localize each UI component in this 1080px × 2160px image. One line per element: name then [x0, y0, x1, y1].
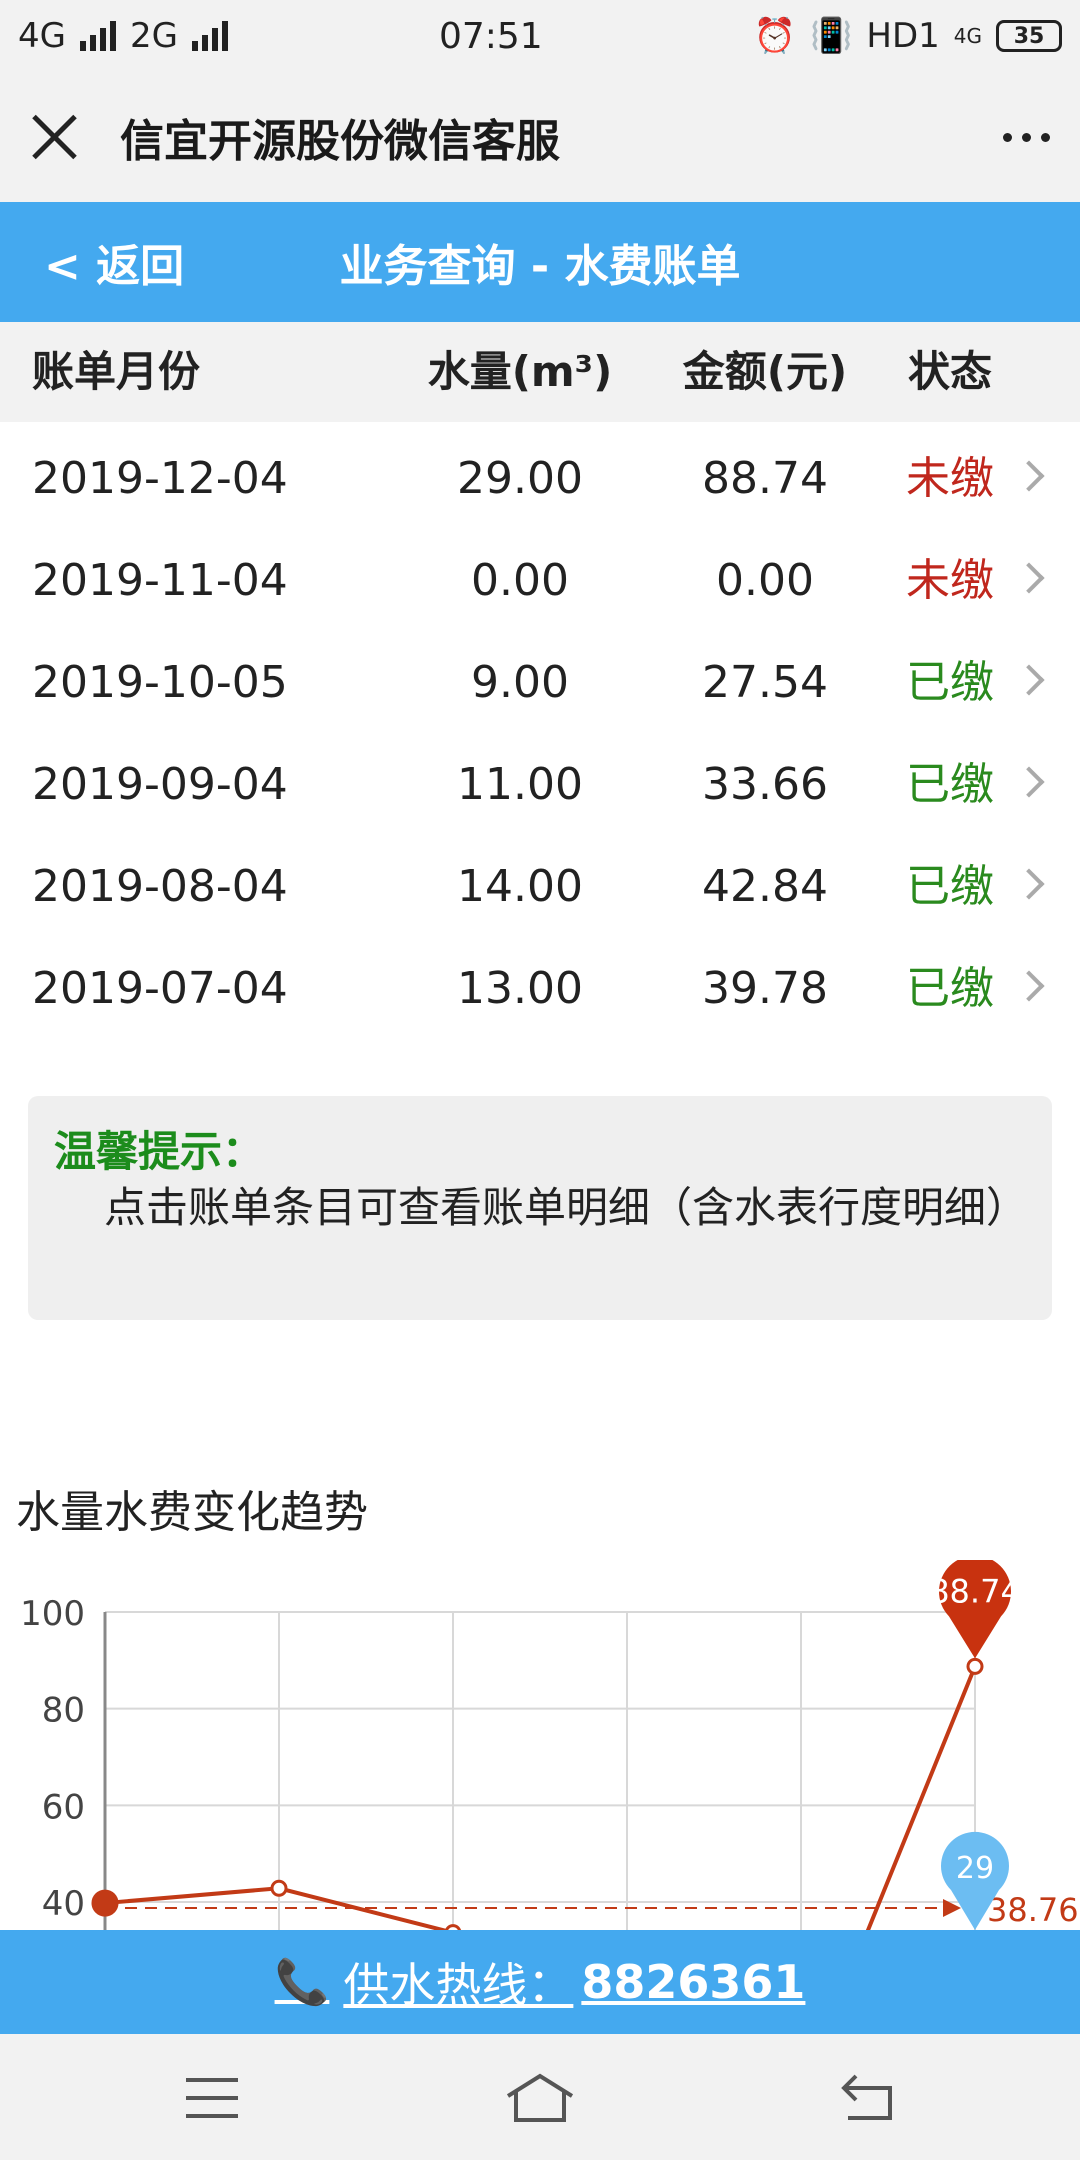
y-tick-label: 40 [42, 1884, 85, 1924]
menu-icon[interactable] [186, 2078, 238, 2118]
row-amount: 0.00 [716, 555, 814, 606]
page-title: 信宜开源股份微信客服 [120, 116, 560, 167]
row-amount: 42.84 [702, 861, 828, 912]
status-bar-left: 4G 2G [18, 16, 228, 56]
status-bar: 4G 2G 07:51 ⏰ 📳 HD1 4G 35 [0, 0, 1080, 72]
clock: 07:51 [438, 15, 543, 57]
wechat-title-bar: 信宜开源股份微信客服 [0, 72, 1080, 202]
app-header: 业务查询 - 水费账单 < 返回 [0, 202, 1080, 322]
row-volume: 13.00 [457, 963, 583, 1014]
series-polyline [104, 1665, 977, 1930]
y-tick-label: 60 [42, 1787, 85, 1827]
table-row[interactable]: 2019-11-04 0.00 0.00 未缴 [0, 530, 1080, 632]
hd-label: HD1 [866, 16, 940, 56]
chart-title: 水量水费变化趋势 [16, 1487, 368, 1538]
data-point [270, 1879, 288, 1897]
column-header-amount: 金额(元) [682, 347, 848, 396]
row-amount: 33.66 [702, 759, 828, 810]
network-label-1: 4G [18, 16, 66, 56]
series-line [91, 1657, 984, 1930]
hotline-link[interactable]: 📞 供水热线： 8826361 [0, 1930, 1080, 2034]
row-status: 已缴 [906, 759, 994, 810]
y-tick-label: 100 [20, 1594, 85, 1634]
hotline-label: 供水热线： [343, 1958, 574, 2012]
table-row[interactable]: 2019-12-04 29.00 88.74 未缴 [0, 428, 1080, 530]
row-month: 2019-11-04 [32, 555, 288, 606]
system-nav-bar [0, 2034, 1080, 2160]
data-point [91, 1889, 119, 1917]
chart-grid [104, 1611, 976, 1930]
net-small-label: 4G [953, 24, 982, 48]
row-month: 2019-10-05 [32, 657, 288, 708]
tip-title: 温馨提示： [54, 1127, 265, 1176]
alarm-icon: ⏰ [753, 16, 797, 56]
average-line: 38.76 [105, 1891, 1079, 1929]
back-button[interactable]: < 返回 [44, 230, 184, 294]
row-amount: 27.54 [702, 657, 828, 708]
row-volume: 9.00 [471, 657, 569, 708]
data-point [966, 1657, 984, 1675]
row-status: 未缴 [906, 453, 994, 504]
tip-box: 温馨提示： 点击账单条目可查看账单明细（含水表行度明细） [28, 1096, 1052, 1320]
tip-body: 点击账单条目可查看账单明细（含水表行度明细） [104, 1183, 1029, 1232]
row-month: 2019-09-04 [32, 759, 288, 810]
row-month: 2019-12-04 [32, 453, 288, 504]
home-icon[interactable] [504, 2070, 576, 2126]
close-icon[interactable] [30, 112, 80, 162]
y-tick-label: 80 [42, 1691, 85, 1731]
row-volume: 0.00 [471, 555, 569, 606]
row-status: 已缴 [906, 963, 994, 1014]
column-header-month: 账单月份 [32, 347, 201, 396]
row-month: 2019-08-04 [32, 861, 288, 912]
phone-icon: 📞 [274, 1957, 330, 2008]
average-label: 38.76 [987, 1891, 1079, 1929]
max-value-pin-label: 88.74 [929, 1572, 1021, 1610]
table-row[interactable]: 2019-09-04 11.00 33.66 已缴 [0, 734, 1080, 836]
status-bar-right: ⏰ 📳 HD1 4G 35 [754, 16, 1062, 56]
trend-chart: 100 80 60 40 38.76 88.74 29 [20, 1560, 1079, 1930]
bill-table-header: 账单月份 水量(m³) 金额(元) 状态 [0, 322, 1080, 422]
table-row[interactable]: 2019-07-04 13.00 39.78 已缴 [0, 938, 1080, 1040]
row-amount: 88.74 [702, 453, 828, 504]
row-status: 已缴 [906, 657, 994, 708]
network-label-2: 2G [129, 16, 178, 56]
row-volume: 14.00 [457, 861, 583, 912]
column-header-volume: 水量(m³) [427, 347, 613, 396]
row-amount: 39.78 [702, 963, 828, 1014]
back-nav-icon[interactable] [840, 2072, 896, 2122]
row-status: 已缴 [906, 861, 994, 912]
vibrate-icon: 📳 [810, 16, 853, 56]
column-header-status: 状态 [907, 347, 992, 396]
battery-icon: 35 [996, 20, 1062, 52]
row-volume: 11.00 [457, 759, 583, 810]
row-volume: 29.00 [457, 453, 583, 504]
table-row[interactable]: 2019-10-05 9.00 27.54 已缴 [0, 632, 1080, 734]
table-row[interactable]: 2019-08-04 14.00 42.84 已缴 [0, 836, 1080, 938]
battery-level: 35 [1013, 23, 1045, 49]
row-month: 2019-07-04 [32, 963, 288, 1014]
volume-pin-label: 29 [956, 1851, 994, 1886]
hotline-number: 8826361 [581, 1955, 806, 2009]
row-status: 未缴 [906, 555, 994, 606]
y-axis: 100 80 60 40 [20, 1594, 107, 1930]
signal-icon-2 [191, 21, 228, 51]
signal-icon [79, 21, 116, 51]
more-icon[interactable] [1003, 132, 1050, 142]
